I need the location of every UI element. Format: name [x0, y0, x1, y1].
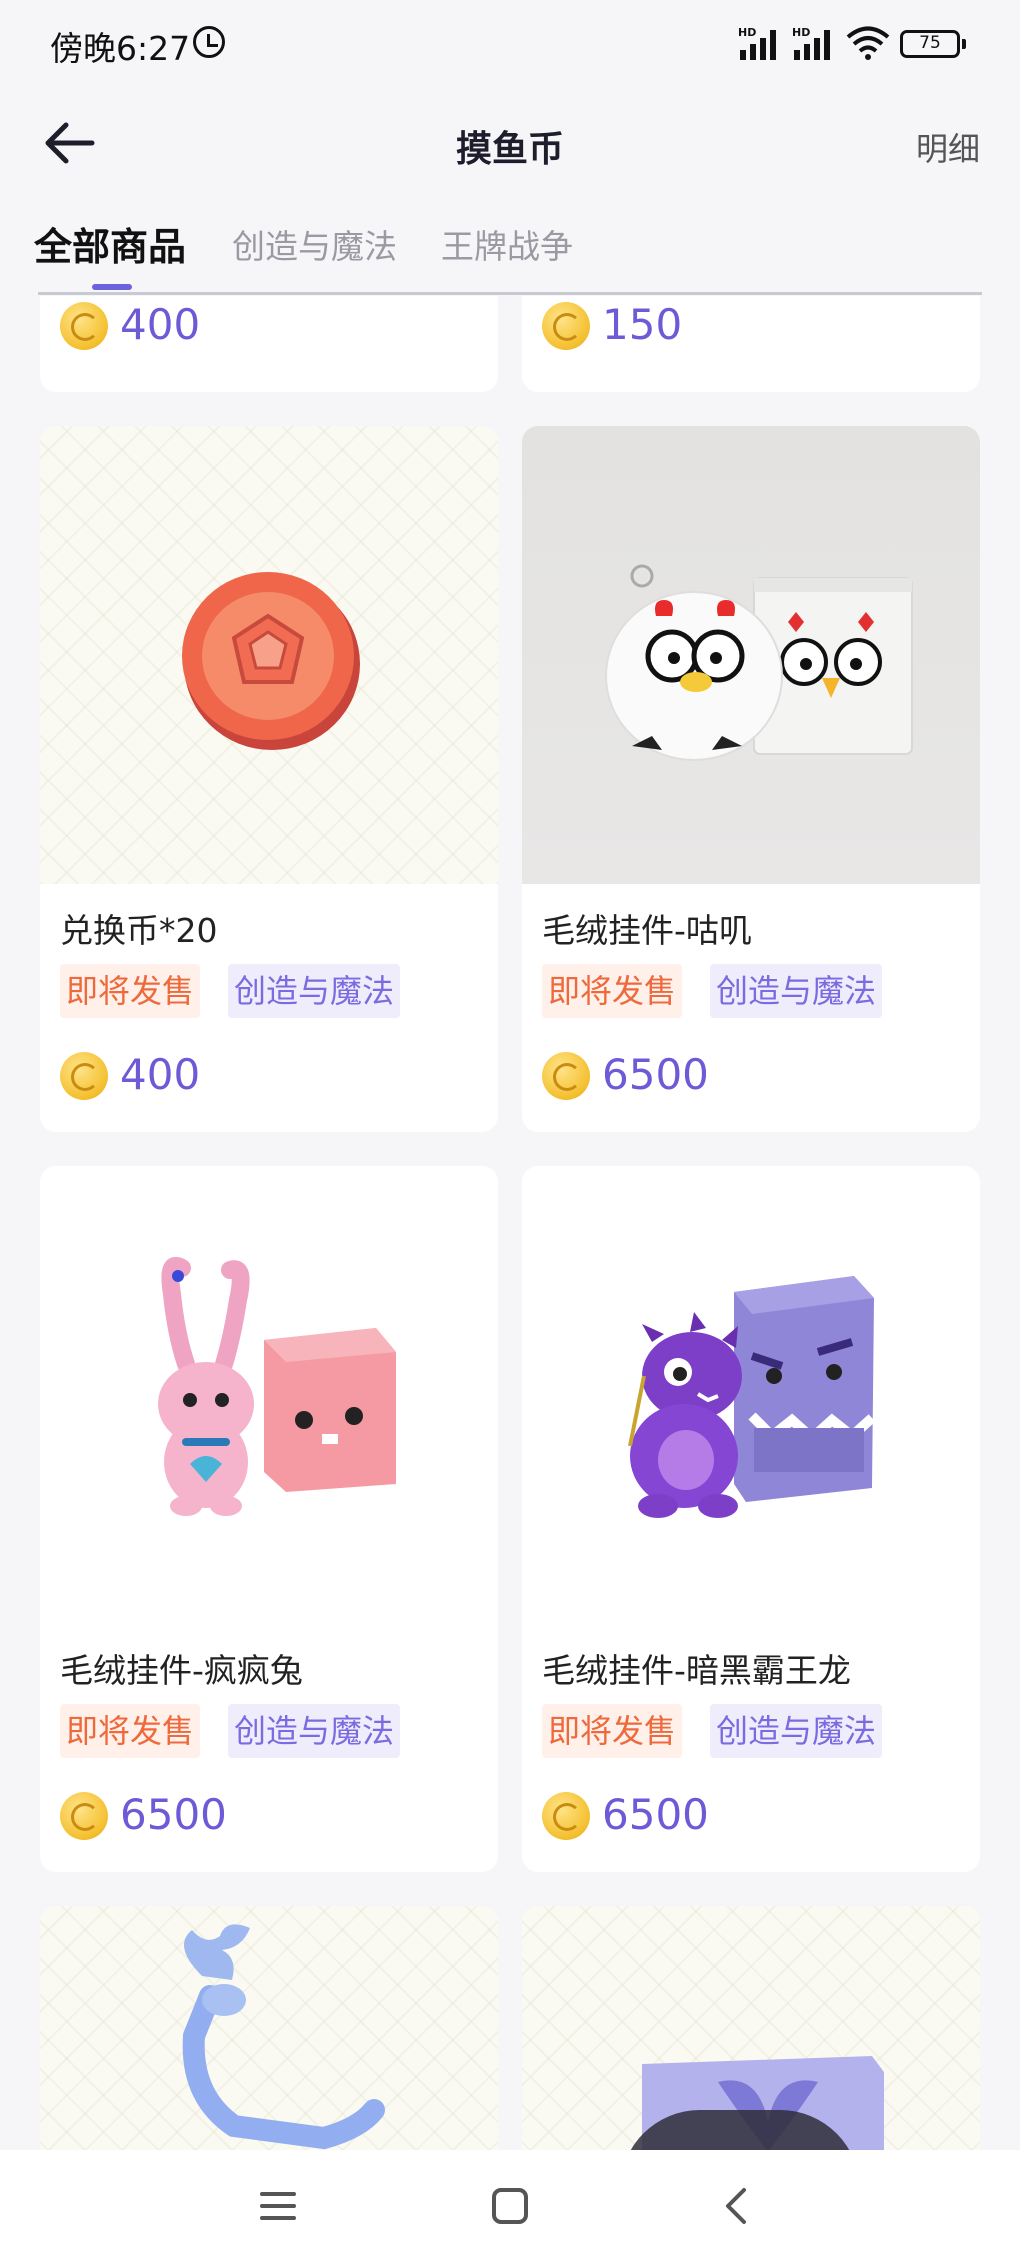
tab-indicator [92, 284, 132, 290]
category-badge: 创造与魔法 [710, 964, 883, 1018]
system-nav-bar [0, 2150, 1020, 2267]
product-card-partial[interactable] [40, 1906, 498, 2150]
category-tabs: 全部商品 创造与魔法 王牌战争 [0, 210, 1020, 295]
price: 6500 [120, 1790, 227, 1839]
product-name: 毛绒挂件-咕叽 [542, 911, 752, 950]
product-image [522, 426, 980, 884]
coin-icon [542, 302, 590, 350]
status-badge: 即将发售 [60, 1704, 201, 1758]
product-image [40, 426, 498, 884]
tab-ace-war[interactable]: 王牌战争 [441, 220, 573, 268]
coin-icon [60, 1052, 108, 1100]
price: 150 [602, 300, 683, 349]
price: 400 [120, 1050, 201, 1099]
chick-plush-image [605, 564, 913, 761]
product-image [40, 1166, 498, 1624]
product-card[interactable]: 毛绒挂件-咕叽 即将发售 创造与魔法 6500 [522, 426, 980, 1132]
battery-icon: 75 [900, 30, 966, 58]
product-card[interactable]: 兑换币*20 即将发售 创造与魔法 400 [40, 426, 498, 1132]
product-image [522, 1166, 980, 1624]
tab-create-and-magic[interactable]: 创造与魔法 [232, 220, 397, 268]
coin-gem-image [182, 572, 360, 750]
category-badge: 创造与魔法 [710, 1704, 883, 1758]
category-badge: 创造与魔法 [228, 1704, 401, 1758]
alarm-icon [193, 26, 225, 58]
status-badge: 即将发售 [542, 964, 683, 1018]
coin-icon [542, 1792, 590, 1840]
signal-icon: HD [792, 26, 840, 60]
status-bar: 傍晚6:27 HD HD 75 [0, 0, 1020, 90]
product-card-partial[interactable]: 150 [522, 296, 980, 392]
product-name: 毛绒挂件-疯疯兔 [60, 1651, 303, 1690]
home-icon[interactable] [480, 2176, 540, 2236]
product-image [40, 1906, 498, 2150]
category-badge: 创造与魔法 [228, 964, 401, 1018]
product-name: 毛绒挂件-暗黑霸王龙 [542, 1651, 851, 1690]
product-grid: 400 150 兑换币*20 即将发售 创造与魔法 400 毛绒挂件-咕叽 即将… [0, 296, 1020, 2150]
network-label: HD [792, 26, 811, 39]
page-title: 摸鱼币 [455, 129, 564, 170]
deer-figure-image [182, 1924, 385, 2150]
signal-icon: HD [738, 26, 786, 60]
tab-divider [38, 292, 982, 295]
status-time: 傍晚6:27 [50, 29, 191, 68]
wifi-icon [846, 26, 890, 60]
status-badge: 即将发售 [60, 964, 201, 1018]
product-name: 兑换币*20 [60, 911, 218, 950]
product-card[interactable]: 毛绒挂件-疯疯兔 即将发售 创造与魔法 6500 [40, 1166, 498, 1872]
network-label: HD [738, 26, 757, 39]
rabbit-plush-image [158, 1256, 396, 1516]
coin-icon [60, 1792, 108, 1840]
nav-back-icon[interactable] [708, 2176, 768, 2236]
coin-icon [60, 302, 108, 350]
tab-all-products[interactable]: 全部商品 [34, 216, 186, 271]
product-card-partial[interactable]: 400 [40, 296, 498, 392]
price: 6500 [602, 1050, 709, 1099]
price: 6500 [602, 1790, 709, 1839]
header: 摸鱼币 明细 [0, 100, 1020, 190]
dragon-plush-image [628, 1276, 876, 1518]
coin-icon [542, 1052, 590, 1100]
price: 400 [120, 300, 201, 349]
status-badge: 即将发售 [542, 1704, 683, 1758]
menu-icon[interactable] [248, 2176, 308, 2236]
product-card[interactable]: 毛绒挂件-暗黑霸王龙 即将发售 创造与魔法 6500 [522, 1166, 980, 1872]
detail-link[interactable]: 明细 [916, 124, 980, 170]
